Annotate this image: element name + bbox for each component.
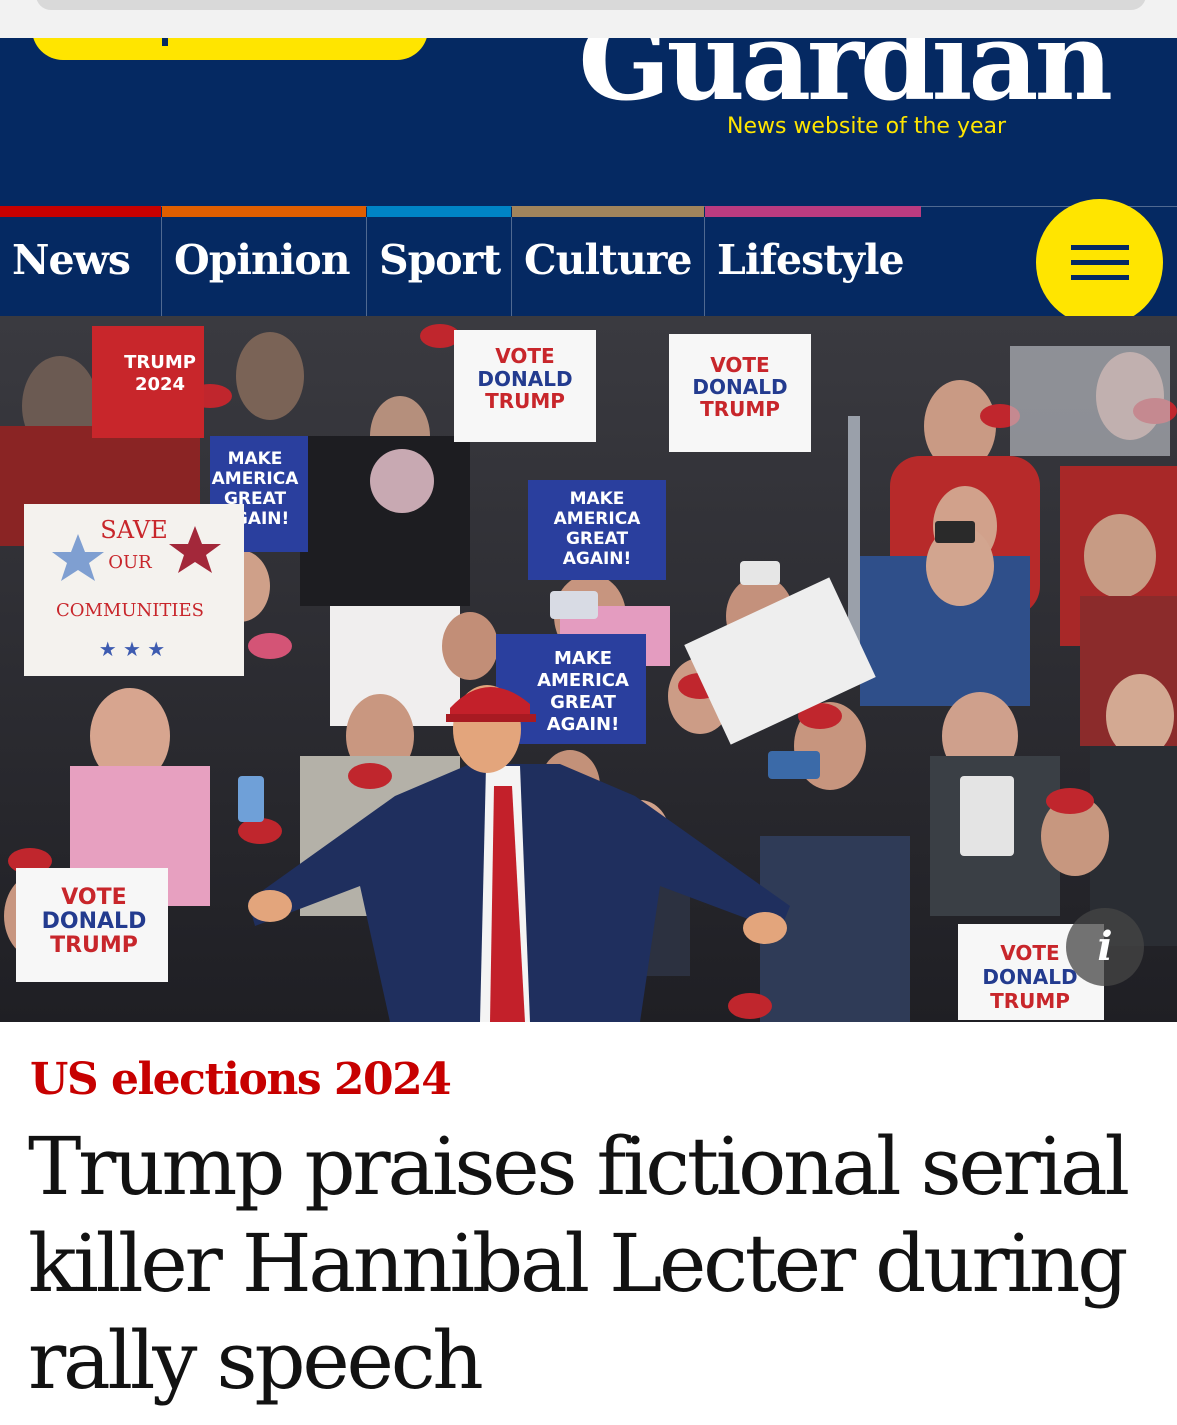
nav-label-lifestyle: Lifestyle	[717, 236, 905, 284]
browser-address-bar	[0, 0, 1177, 38]
nav-accent-news	[0, 206, 161, 217]
sign-text: MAKE	[554, 648, 612, 669]
vote-trump-sign: VOTE DONALD TRUMP	[669, 334, 811, 452]
hero-photo[interactable]: TRUMP 2024 VOTE DONALD TRUMP VOTE DONALD…	[0, 316, 1177, 1022]
sign-text: AGAIN!	[547, 714, 620, 735]
sign-text: SAVE	[100, 516, 167, 544]
info-icon[interactable]: i	[1066, 908, 1144, 986]
menu-bar	[1071, 260, 1129, 265]
support-us-button[interactable]	[32, 38, 428, 60]
sign-text: VOTE	[1000, 941, 1059, 965]
nav-label-sport: Sport	[379, 236, 501, 284]
nav-accent-sport	[367, 206, 511, 217]
sign-text: AMERICA	[537, 670, 629, 691]
nav-item-lifestyle[interactable]: Lifestyle	[705, 206, 921, 316]
maga-sign: MAKE AMERICA GREAT AGAIN!	[528, 480, 666, 580]
sign-text: AMERICA	[554, 509, 642, 529]
sign-text: TRUMP	[700, 397, 780, 421]
url-field[interactable]	[36, 0, 1146, 10]
sign-text: 2024	[135, 374, 185, 395]
sign-text: DONALD	[982, 965, 1077, 989]
sign-text: VOTE	[710, 353, 769, 377]
sign-text: TRUMP	[990, 989, 1070, 1013]
nav-item-culture[interactable]: Culture	[512, 206, 704, 316]
sign-text: MAKE	[570, 489, 625, 509]
sign-text: GREAT	[566, 529, 628, 549]
nav-item-news[interactable]: News	[0, 206, 161, 316]
vote-trump-sign: VOTE DONALD TRUMP	[16, 868, 168, 982]
nav-item-opinion[interactable]: Opinion	[162, 206, 366, 316]
nav-label-opinion: Opinion	[174, 236, 350, 284]
sign-text: GREAT	[550, 692, 616, 713]
masthead: Guardian News website of the year	[0, 38, 1177, 206]
sign-text: VOTE	[61, 885, 126, 910]
menu-bar	[1071, 275, 1129, 280]
nav-accent-opinion	[162, 206, 366, 217]
nav-item-sport[interactable]: Sport	[367, 206, 511, 316]
primary-nav: News Opinion Sport Culture Lifestyle	[0, 199, 1177, 326]
sign-text: TRUMP	[485, 389, 565, 413]
sign-text: OUR	[108, 552, 152, 573]
sign-text: TRUMP	[124, 352, 196, 373]
sign-text: DONALD	[692, 375, 787, 399]
save-communities-sign: SAVE OUR COMMUNITIES ★ ★ ★	[24, 504, 244, 676]
sign-text: TRUMP	[50, 933, 138, 958]
nav-accent-culture	[512, 206, 704, 217]
trump-2024-sign: TRUMP 2024	[92, 326, 204, 438]
vote-trump-sign: VOTE DONALD TRUMP	[454, 330, 596, 442]
sign-text: AGAIN!	[563, 549, 632, 569]
masthead-tagline: News website of the year	[727, 114, 1007, 139]
article-headline: Trump praises fictional serial killer Ha…	[28, 1120, 1130, 1407]
section-kicker[interactable]: US elections 2024	[30, 1054, 452, 1105]
guardian-logo[interactable]: Guardian	[578, 38, 1113, 116]
sign-text: VOTE	[495, 344, 554, 368]
rally-photo-illustration: TRUMP 2024 VOTE DONALD TRUMP VOTE DONALD…	[0, 316, 1177, 1022]
sign-text: DONALD	[477, 367, 572, 391]
svg-text:★ ★ ★: ★ ★ ★	[99, 637, 166, 661]
nav-label-news: News	[12, 236, 131, 284]
sign-text: AMERICA	[212, 469, 300, 489]
nav-accent-lifestyle	[705, 206, 921, 217]
sign-text: COMMUNITIES	[56, 600, 204, 621]
sign-text: DONALD	[42, 909, 147, 934]
nav-label-culture: Culture	[524, 236, 692, 284]
menu-bar	[1071, 245, 1129, 250]
sign-text: MAKE	[228, 449, 283, 469]
hamburger-icon[interactable]	[1036, 199, 1163, 326]
